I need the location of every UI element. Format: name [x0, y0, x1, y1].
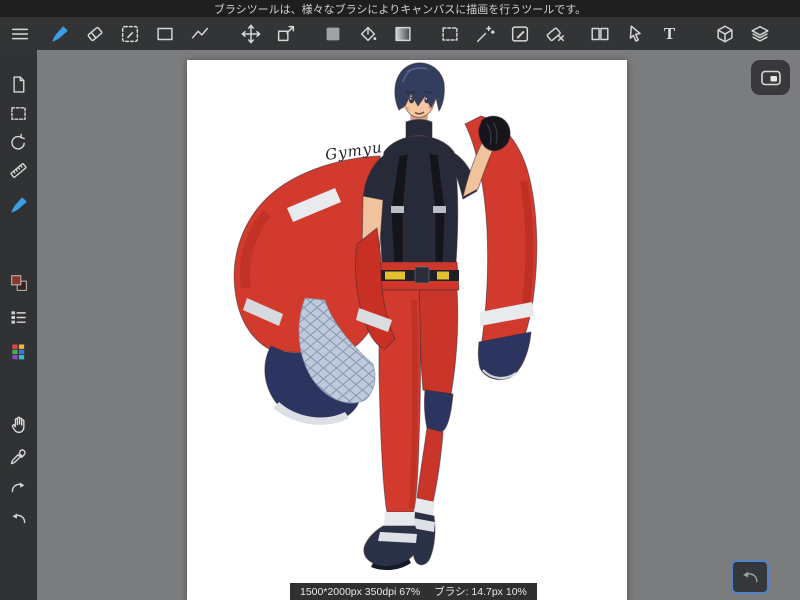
- brush-icon: [51, 25, 68, 42]
- rectangle-icon: [156, 27, 173, 40]
- select-pen-icon: [121, 25, 138, 42]
- layer-list-icon: [11, 310, 26, 324]
- fill-bucket-button[interactable]: [350, 19, 385, 49]
- split-view-icon: [590, 27, 609, 40]
- undo-floating-button[interactable]: [731, 560, 769, 594]
- eraser-tool-button[interactable]: [77, 19, 112, 49]
- ruler-button[interactable]: [4, 156, 34, 184]
- select-area-button[interactable]: [4, 99, 34, 127]
- object-cursor-button[interactable]: [617, 19, 652, 49]
- brush-tool-button[interactable]: [42, 19, 77, 49]
- layers-button[interactable]: [742, 19, 777, 49]
- deselect-eraser-icon: [546, 26, 564, 41]
- paint-app-window: ブラシツールは、様々なブラシによりキャンバスに描画を行うツールです。 T Gym…: [0, 0, 800, 600]
- main-toolbar: T: [0, 17, 800, 50]
- select-area-icon: [11, 106, 26, 120]
- rectangle-tool-button[interactable]: [147, 19, 182, 49]
- polyline-tool-button[interactable]: [182, 19, 217, 49]
- layer-list-button[interactable]: [4, 303, 34, 331]
- cursor-icon: [629, 24, 641, 42]
- hamburger-icon: [11, 28, 28, 39]
- magic-wand-button[interactable]: [467, 19, 502, 49]
- eyedropper-button[interactable]: [4, 442, 34, 470]
- canvas-info: 1500*2000px 350dpi 67%: [300, 585, 421, 598]
- undo-arrow-icon: [743, 571, 758, 583]
- transform-icon: [277, 25, 294, 41]
- marquee-select-button[interactable]: [432, 19, 467, 49]
- undo-icon: [12, 512, 26, 523]
- paint-brush-icon: [10, 197, 27, 213]
- gradient-tool-button[interactable]: [385, 19, 420, 49]
- undo-button-sidebar[interactable]: [4, 504, 34, 532]
- rotate-canvas-button[interactable]: [4, 128, 34, 156]
- gradient-icon: [394, 26, 411, 41]
- help-bar: ブラシツールは、様々なブラシによりキャンバスに描画を行うツールです。: [0, 0, 800, 17]
- text-tool-icon: T: [663, 23, 676, 43]
- hand-icon: [11, 416, 25, 433]
- polyline-icon: [191, 27, 208, 38]
- color-swatch-button[interactable]: [315, 19, 350, 49]
- move-icon: [241, 24, 260, 43]
- select-pen-tool-button[interactable]: [112, 19, 147, 49]
- color-palette-button[interactable]: [4, 337, 34, 365]
- rotate-icon: [11, 133, 25, 150]
- firefighter-illustration: [233, 62, 538, 571]
- redo-button[interactable]: [4, 473, 34, 501]
- move-tool-button[interactable]: [233, 19, 268, 49]
- redo-icon: [11, 481, 25, 492]
- deselect-eraser-button[interactable]: [537, 19, 572, 49]
- color-swatch-icon: [326, 27, 339, 40]
- magic-wand-icon: [476, 25, 495, 42]
- transform-tool-button[interactable]: [268, 19, 303, 49]
- fg-bg-color-icon: [10, 275, 27, 291]
- workspace: Gymyu: [37, 50, 800, 600]
- eraser-icon: [87, 26, 102, 41]
- brush-info: ブラシ: 14.7px 10%: [434, 586, 527, 598]
- help-text: ブラシツールは、様々なブラシによりキャンバスに描画を行うツールです。: [213, 3, 587, 16]
- display-window-icon: [760, 70, 781, 85]
- menu-button[interactable]: [2, 19, 37, 49]
- floating-window-button[interactable]: [751, 60, 790, 95]
- page-icon: [13, 75, 25, 93]
- status-bar: 1500*2000px 350dpi 67% ブラシ: 14.7px 10%: [290, 583, 537, 600]
- ruler-icon: [10, 162, 27, 178]
- bucket-icon: [360, 26, 376, 41]
- paint-brush-button[interactable]: [4, 191, 34, 219]
- new-page-button[interactable]: [4, 70, 34, 98]
- palette-icon: [12, 344, 25, 359]
- drawing-canvas[interactable]: Gymyu: [187, 60, 627, 600]
- cube-icon: [716, 24, 733, 43]
- pen-select-button[interactable]: [502, 19, 537, 49]
- text-tool-button[interactable]: T: [652, 19, 687, 49]
- color-swatches-button[interactable]: [4, 269, 34, 297]
- left-sidebar: [0, 50, 38, 600]
- eyedropper-icon: [10, 448, 26, 464]
- split-view-button[interactable]: [582, 19, 617, 49]
- pen-select-icon: [511, 25, 528, 42]
- hand-tool-button[interactable]: [4, 410, 34, 438]
- layers-icon: [750, 25, 769, 42]
- material-button[interactable]: [707, 19, 742, 49]
- marquee-icon: [441, 26, 458, 41]
